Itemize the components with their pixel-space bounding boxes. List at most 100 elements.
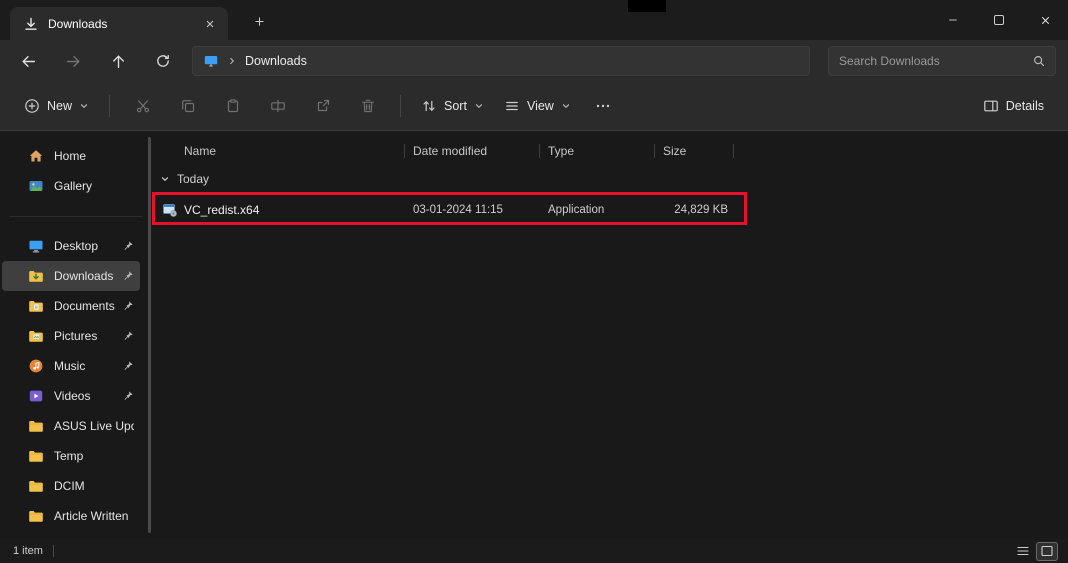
tab-downloads[interactable]: Downloads <box>10 7 228 40</box>
search-icon[interactable] <box>1031 53 1047 69</box>
sidebar-item-label: Videos <box>54 389 91 403</box>
list-view-icon[interactable] <box>1012 542 1034 561</box>
sidebar-item-label: Desktop <box>54 239 99 253</box>
file-explorer-window: Downloads Downloads Search Downloads New… <box>0 0 1068 563</box>
sidebar-item-music[interactable]: Music <box>2 351 140 381</box>
share-button[interactable] <box>300 89 345 123</box>
navigation-bar: Downloads <box>0 40 1068 82</box>
sort-icon <box>421 98 437 114</box>
divider <box>400 95 402 117</box>
sidebar-item-label: Documents <box>54 299 115 313</box>
folder-icon <box>28 478 44 494</box>
cut-button[interactable] <box>120 89 165 123</box>
paste-button[interactable] <box>210 89 255 123</box>
sidebar-item-temp[interactable]: Temp <box>2 441 140 471</box>
sidebar-item-pictures[interactable]: Pictures <box>2 321 140 351</box>
file-type: Application <box>548 204 605 216</box>
column-header-label: Size <box>663 144 687 158</box>
search-input[interactable] <box>839 54 1031 68</box>
tab-close-icon[interactable] <box>200 14 220 34</box>
breadcrumb-location[interactable]: Downloads <box>245 54 307 68</box>
search-box[interactable] <box>828 46 1056 76</box>
group-header-label: Today <box>177 172 210 186</box>
chevron-down-icon <box>160 174 170 184</box>
pin-icon <box>122 390 134 402</box>
file-name-cell[interactable]: VC_redist.x64 <box>152 202 405 218</box>
documents-icon <box>28 298 44 314</box>
copy-icon <box>180 98 196 114</box>
column-header-name[interactable]: Name <box>152 137 405 165</box>
videos-icon <box>28 388 44 404</box>
folder-icon <box>28 448 44 464</box>
sidebar-item-videos[interactable]: Videos <box>2 381 140 411</box>
paste-icon <box>225 98 241 114</box>
sidebar-item-desktop[interactable]: Desktop <box>2 231 140 261</box>
forward-icon[interactable] <box>57 45 89 77</box>
sidebar-item-label: Gallery <box>54 179 93 193</box>
music-icon <box>28 358 44 374</box>
column-header-label: Name <box>184 144 217 158</box>
back-icon[interactable] <box>12 45 44 77</box>
screen-artifact <box>628 0 666 12</box>
file-name: VC_redist.x64 <box>184 203 260 217</box>
thumbnail-view-icon[interactable] <box>1036 541 1058 561</box>
sidebar-item-label: ASUS Live Upda <box>54 419 134 433</box>
sidebar-item-downloads[interactable]: Downloads <box>2 261 140 291</box>
home-icon <box>28 148 44 164</box>
more-icon <box>595 98 611 114</box>
column-header-date-modified[interactable]: Date modified <box>405 137 540 165</box>
sidebar-item-label: Downloads <box>54 269 114 283</box>
tab-title: Downloads <box>48 16 108 31</box>
refresh-icon[interactable] <box>147 45 179 77</box>
sort-button-label: Sort <box>444 99 467 113</box>
sort-button[interactable]: Sort <box>411 89 494 123</box>
column-header-size[interactable]: Size <box>655 137 734 165</box>
titlebar[interactable]: Downloads <box>0 0 1068 40</box>
sidebar-item-label: Home <box>54 149 87 163</box>
copy-button[interactable] <box>165 89 210 123</box>
view-icon <box>504 98 520 114</box>
divider <box>109 95 111 117</box>
folder-icon <box>28 418 44 434</box>
desktop-icon <box>28 238 44 254</box>
download-icon <box>23 16 39 32</box>
sidebar-item-asus-live-update[interactable]: ASUS Live Upda <box>2 411 140 441</box>
gallery-icon <box>28 178 44 194</box>
rename-button[interactable] <box>255 89 300 123</box>
command-toolbar: New Sort View Details <box>0 82 1068 131</box>
sidebar-item-gallery[interactable]: Gallery <box>2 171 140 201</box>
rename-icon <box>270 98 286 114</box>
view-button[interactable]: View <box>494 89 581 123</box>
sidebar-item-article-written[interactable]: Article Written <box>2 501 140 531</box>
sidebar-item-dcim[interactable]: DCIM <box>2 471 140 501</box>
explorer-body: Home Gallery Desktop Downloads Documents… <box>0 131 1068 539</box>
sidebar-scrollbar[interactable] <box>148 137 151 533</box>
plus-circle-icon <box>24 98 40 114</box>
minimize-icon[interactable] <box>930 0 976 40</box>
close-icon[interactable] <box>1022 0 1068 40</box>
divider <box>10 215 142 217</box>
sidebar-item-home[interactable]: Home <box>2 141 140 171</box>
column-header-label: Date modified <box>413 144 488 158</box>
details-pane-icon <box>983 98 999 114</box>
sidebar-section-gap <box>0 201 152 231</box>
sidebar-item-documents[interactable]: Documents <box>2 291 140 321</box>
group-header-today[interactable]: Today <box>152 165 1068 193</box>
file-row[interactable]: VC_redist.x64 03-01-2024 11:15 Applicati… <box>152 192 753 225</box>
pictures-icon <box>28 328 44 344</box>
details-button[interactable]: Details <box>973 89 1054 123</box>
column-header-type[interactable]: Type <box>540 137 655 165</box>
details-button-label: Details <box>1005 99 1044 113</box>
pin-icon <box>122 270 134 282</box>
downloads-icon <box>28 268 44 284</box>
address-bar[interactable]: Downloads <box>192 46 810 76</box>
sidebar-item-label: Temp <box>54 449 84 463</box>
pin-icon <box>122 240 134 252</box>
new-tab-button[interactable] <box>247 9 271 33</box>
up-icon[interactable] <box>102 45 134 77</box>
new-button[interactable]: New <box>14 89 99 123</box>
more-button[interactable] <box>581 89 626 123</box>
maximize-icon[interactable] <box>976 0 1022 40</box>
sidebar-item-label: DCIM <box>54 479 85 493</box>
delete-button[interactable] <box>345 89 390 123</box>
